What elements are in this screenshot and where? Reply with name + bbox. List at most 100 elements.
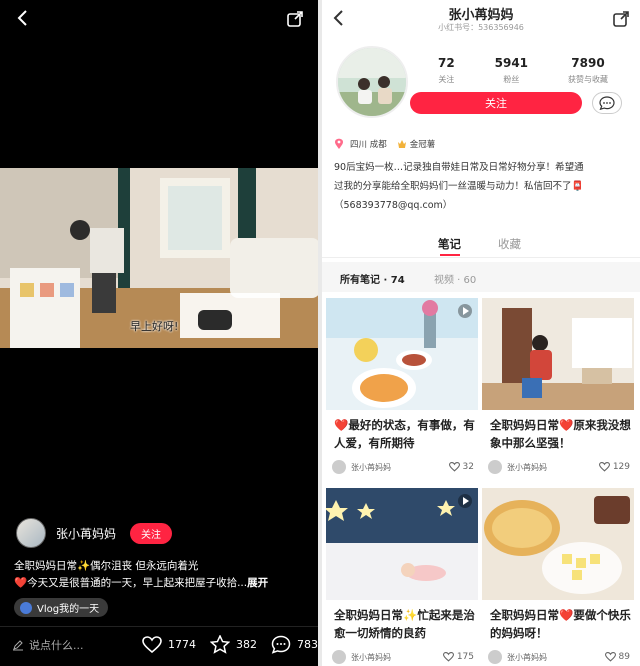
- note-like-button[interactable]: 32: [448, 462, 474, 472]
- note-title: 全职妈妈日常❤️原来我没想象中那么坚强！: [490, 418, 631, 450]
- note-card[interactable]: 全职妈妈日常❤️原来我没想象中那么坚强！ 张小苒妈妈 129: [482, 298, 634, 478]
- tab-notes[interactable]: 笔记: [438, 236, 461, 252]
- location-icon: [335, 138, 343, 149]
- bio-line: （568393778@qq.com）: [334, 200, 453, 211]
- profile-bio: 90后宝妈一枚…记录独自带娃日常及日常好物分享！希望通 过我的分享能给全职妈妈们…: [334, 158, 634, 215]
- note-thumbnail: [482, 488, 634, 600]
- follow-button[interactable]: 关注: [130, 522, 173, 544]
- stat-label: 关注: [438, 75, 455, 84]
- profile-stats: 72 关注 5941 粉丝 7890 获赞与收藏: [418, 56, 628, 85]
- avatar: [488, 460, 502, 474]
- note-like-button[interactable]: 89: [604, 652, 630, 662]
- bottom-action-bar: 说点什么... 1774 382 783: [0, 626, 318, 662]
- share-icon[interactable]: [284, 8, 306, 30]
- description-text: ❤️今天又是很普通的一天，早上起来把屋子收拾...: [14, 577, 248, 589]
- note-card[interactable]: 全职妈妈日常❤️要做个快乐的妈妈呀！ 张小苒妈妈 89: [482, 488, 634, 666]
- note-meta: 张小苒妈妈 129: [488, 460, 630, 474]
- tag-label: Vlog我的一天: [37, 604, 100, 615]
- comment-input[interactable]: 说点什么...: [12, 637, 128, 653]
- note-title: 全职妈妈日常❤️要做个快乐的妈妈呀！: [490, 608, 631, 640]
- note-thumbnail: [326, 488, 478, 600]
- note-like-button[interactable]: 129: [598, 462, 630, 472]
- profile-avatar[interactable]: [336, 46, 408, 118]
- stat-label: 粉丝: [503, 75, 520, 84]
- bio-line: 90后宝妈一枚…记录独自带娃日常及日常好物分享！希望通: [334, 162, 584, 173]
- note-meta: 张小苒妈妈 32: [332, 460, 474, 474]
- note-title: 全职妈妈日常✨忙起来是治愈一切矫情的良药: [334, 608, 475, 640]
- comment-placeholder: 说点什么...: [29, 638, 84, 652]
- note-title: ❤️最好的状态，有事做，有人爱，有所期待: [334, 418, 475, 450]
- award-text: 金冠薯: [409, 140, 436, 150]
- note-card[interactable]: 全职妈妈日常✨忙起来是治愈一切矫情的良药 张小苒妈妈 175: [326, 488, 478, 666]
- note-author: 张小苒妈妈: [351, 462, 391, 472]
- active-tab-indicator: [440, 254, 460, 256]
- tag-icon: [20, 601, 32, 614]
- topic-tag[interactable]: Vlog我的一天: [14, 598, 109, 617]
- share-icon[interactable]: [610, 8, 632, 30]
- profile-view: 张小苒妈妈 小红书号：536356946 72 关注 5941 粉丝 7890 …: [322, 0, 640, 666]
- description-line-1: 全职妈妈日常✨偶尔沮丧 但永远向着光: [14, 560, 199, 572]
- avatar: [332, 460, 346, 474]
- comment-button[interactable]: 783: [271, 635, 318, 654]
- heart-icon: [598, 462, 610, 472]
- note-like-count: 32: [462, 462, 474, 472]
- stat-following[interactable]: 72 关注: [438, 56, 455, 85]
- note-like-count: 129: [612, 462, 630, 472]
- filter-videos[interactable]: 视频 · 60: [434, 271, 476, 286]
- profile-location-row: 四川 成都 金冠薯: [334, 138, 445, 150]
- note-card[interactable]: ❤️最好的状态，有事做，有人爱，有所期待 张小苒妈妈 32: [326, 298, 478, 478]
- location-text: 四川 成都: [350, 140, 387, 150]
- profile-follow-button[interactable]: 关注: [410, 92, 582, 114]
- note-like-count: 89: [618, 652, 630, 662]
- collect-count: 382: [236, 638, 257, 651]
- star-icon: [210, 635, 230, 654]
- profile-tabs: 笔记 收藏: [322, 228, 640, 258]
- filter-all-notes[interactable]: 所有笔记 · 74: [340, 271, 405, 286]
- heart-icon: [142, 635, 162, 653]
- avatar: [332, 650, 346, 664]
- stat-followers[interactable]: 5941 粉丝: [495, 56, 528, 85]
- pencil-icon: [13, 639, 23, 650]
- stat-label: 获赞与收藏: [567, 75, 608, 84]
- play-icon: [458, 494, 472, 508]
- like-button[interactable]: 1774: [142, 635, 196, 654]
- note-thumbnail: [482, 298, 634, 410]
- comment-icon: [271, 635, 291, 654]
- play-icon: [458, 304, 472, 318]
- video-view: 早上好呀! 张小苒妈妈 关注 全职妈妈日常✨偶尔沮丧 但永远向着光 ❤️今天又是…: [0, 0, 318, 666]
- stat-number: 5941: [494, 56, 529, 70]
- note-meta: 张小苒妈妈 175: [332, 650, 474, 664]
- note-author: 张小苒妈妈: [351, 652, 391, 662]
- video-caption: 早上好呀!: [130, 320, 179, 333]
- description-line-2: ❤️今天又是很普通的一天，早上起来把屋子收拾...展开: [14, 575, 310, 592]
- author-row: 张小苒妈妈 关注: [16, 518, 173, 548]
- avatar[interactable]: [16, 518, 46, 548]
- heart-icon: [448, 462, 460, 472]
- heart-icon: [604, 652, 616, 662]
- note-author: 张小苒妈妈: [507, 462, 547, 472]
- note-thumbnail: [326, 298, 478, 410]
- note-meta: 张小苒妈妈 89: [488, 650, 630, 664]
- stat-number: 72: [437, 56, 455, 70]
- note-filters: 所有笔记 · 74 视频 · 60: [322, 262, 640, 292]
- back-icon[interactable]: [12, 8, 32, 28]
- heart-icon: [442, 652, 454, 662]
- note-like-count: 175: [456, 652, 474, 662]
- award-icon: [397, 139, 406, 148]
- avatar: [488, 650, 502, 664]
- profile-title: 张小苒妈妈: [448, 8, 514, 23]
- like-count: 1774: [168, 638, 196, 651]
- message-button[interactable]: [592, 92, 622, 114]
- bio-line: 过我的分享能给全职妈妈们一丝温暖与动力！私信回不了📮: [334, 181, 584, 192]
- expand-link[interactable]: 展开: [247, 577, 268, 589]
- author-name[interactable]: 张小苒妈妈: [56, 525, 116, 542]
- comment-count: 783: [297, 638, 318, 651]
- stat-number: 7890: [571, 56, 605, 70]
- collect-button[interactable]: 382: [210, 635, 257, 654]
- profile-id: 小红书号：536356946: [438, 23, 524, 32]
- tab-collections[interactable]: 收藏: [498, 236, 521, 252]
- note-author: 张小苒妈妈: [507, 652, 547, 662]
- stat-likes-collections[interactable]: 7890 获赞与收藏: [568, 56, 608, 85]
- note-like-button[interactable]: 175: [442, 652, 474, 662]
- message-icon: [599, 96, 615, 110]
